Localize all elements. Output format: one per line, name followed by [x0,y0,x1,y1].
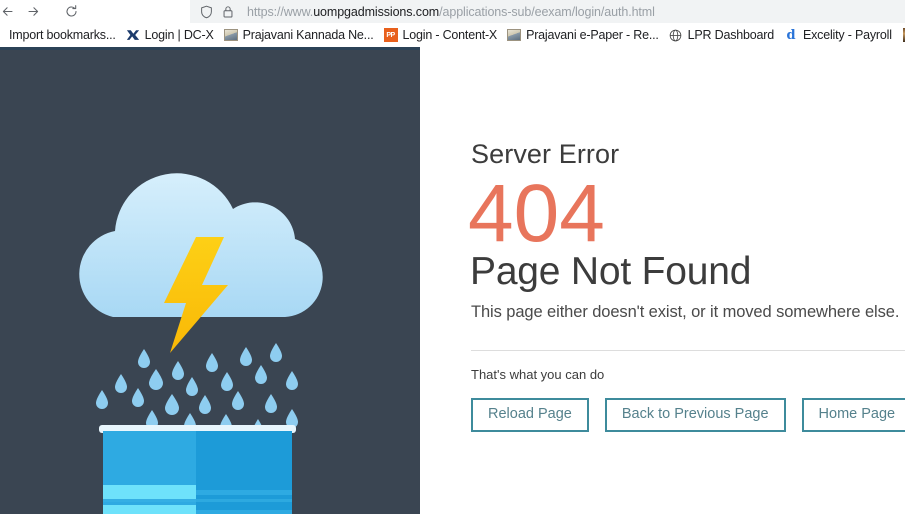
shield-icon[interactable] [200,5,213,19]
bookmark-excelity-payroll[interactable]: d Excelity - Payroll [779,25,897,45]
server-rack [99,425,296,514]
content-divider [471,350,905,351]
home-page-button[interactable]: Home Page [801,398,905,432]
bookmark-prajavani-epaper[interactable]: Prajavani e-Paper - Re... [502,25,664,45]
bookmark-label: Prajavani e-Paper - Re... [526,28,659,42]
lock-icon[interactable] [222,5,234,19]
raindrops [96,343,298,435]
bookmark-login-dcx[interactable]: Login | DC-X [121,25,219,45]
back-to-previous-page-button[interactable]: Back to Previous Page [604,398,786,432]
server-error-label: Server Error [471,139,620,169]
dcx-icon [126,28,140,42]
bookmark-label: LPR Dashboard [687,28,775,42]
error-content: Server Error 404 Page Not Found This pag… [420,47,905,514]
bookmark-label: Prajavani Kannada Ne... [242,28,374,42]
image-icon [507,28,522,42]
d-icon: d [786,27,796,43]
forward-button[interactable] [20,2,46,22]
error-code: 404 [468,168,605,259]
bookmark-label: Login - Content-X [402,28,498,42]
page-title: Page Not Found [470,250,752,293]
page-viewport: Server Error 404 Page Not Found This pag… [0,47,905,514]
storm-cloud-over-server-illustration [79,173,323,514]
url-host: uompgadmissions.com [313,4,440,19]
bookmark-import-bookmarks[interactable]: Import bookmarks... [2,25,121,45]
bookmark-label: Import bookmarks... [9,28,116,42]
globe-icon [669,28,683,42]
reload-icon [64,4,79,19]
bookmark-lpr-dashboard[interactable]: LPR Dashboard [664,25,779,45]
back-button[interactable] [0,2,20,22]
bookmarks-bar: Import bookmarks... Login | DC-X Prajava… [0,23,905,47]
reload-page-button[interactable]: Reload Page [471,398,589,432]
bookmark-overflow[interactable] [897,25,905,45]
browser-chrome: https://www.uompgadmissions.com/applicat… [0,0,905,47]
browser-toolbar: https://www.uompgadmissions.com/applicat… [0,0,905,23]
reload-button[interactable] [58,2,84,22]
image-icon [223,28,238,42]
address-bar[interactable]: https://www.uompgadmissions.com/applicat… [190,0,905,23]
pp-icon: PP [383,28,398,42]
bookmark-prajavani-kannada[interactable]: Prajavani Kannada Ne... [219,25,379,45]
arrow-right-icon [26,4,41,19]
error-description: This page either doesn't exist, or it mo… [471,303,900,321]
bookmark-label: Excelity - Payroll [802,28,892,42]
arrow-left-icon [0,4,15,19]
url-text: https://www.uompgadmissions.com/applicat… [247,4,655,19]
action-buttons: Reload Page Back to Previous Page Home P… [471,398,905,432]
bookmark-login-contentx[interactable]: PP Login - Content-X [379,25,503,45]
illustration-panel [0,47,420,514]
viewport-top-edge [0,47,420,50]
bookmark-label: Login | DC-X [144,28,214,42]
suggestion-text: That's what you can do [471,367,605,382]
